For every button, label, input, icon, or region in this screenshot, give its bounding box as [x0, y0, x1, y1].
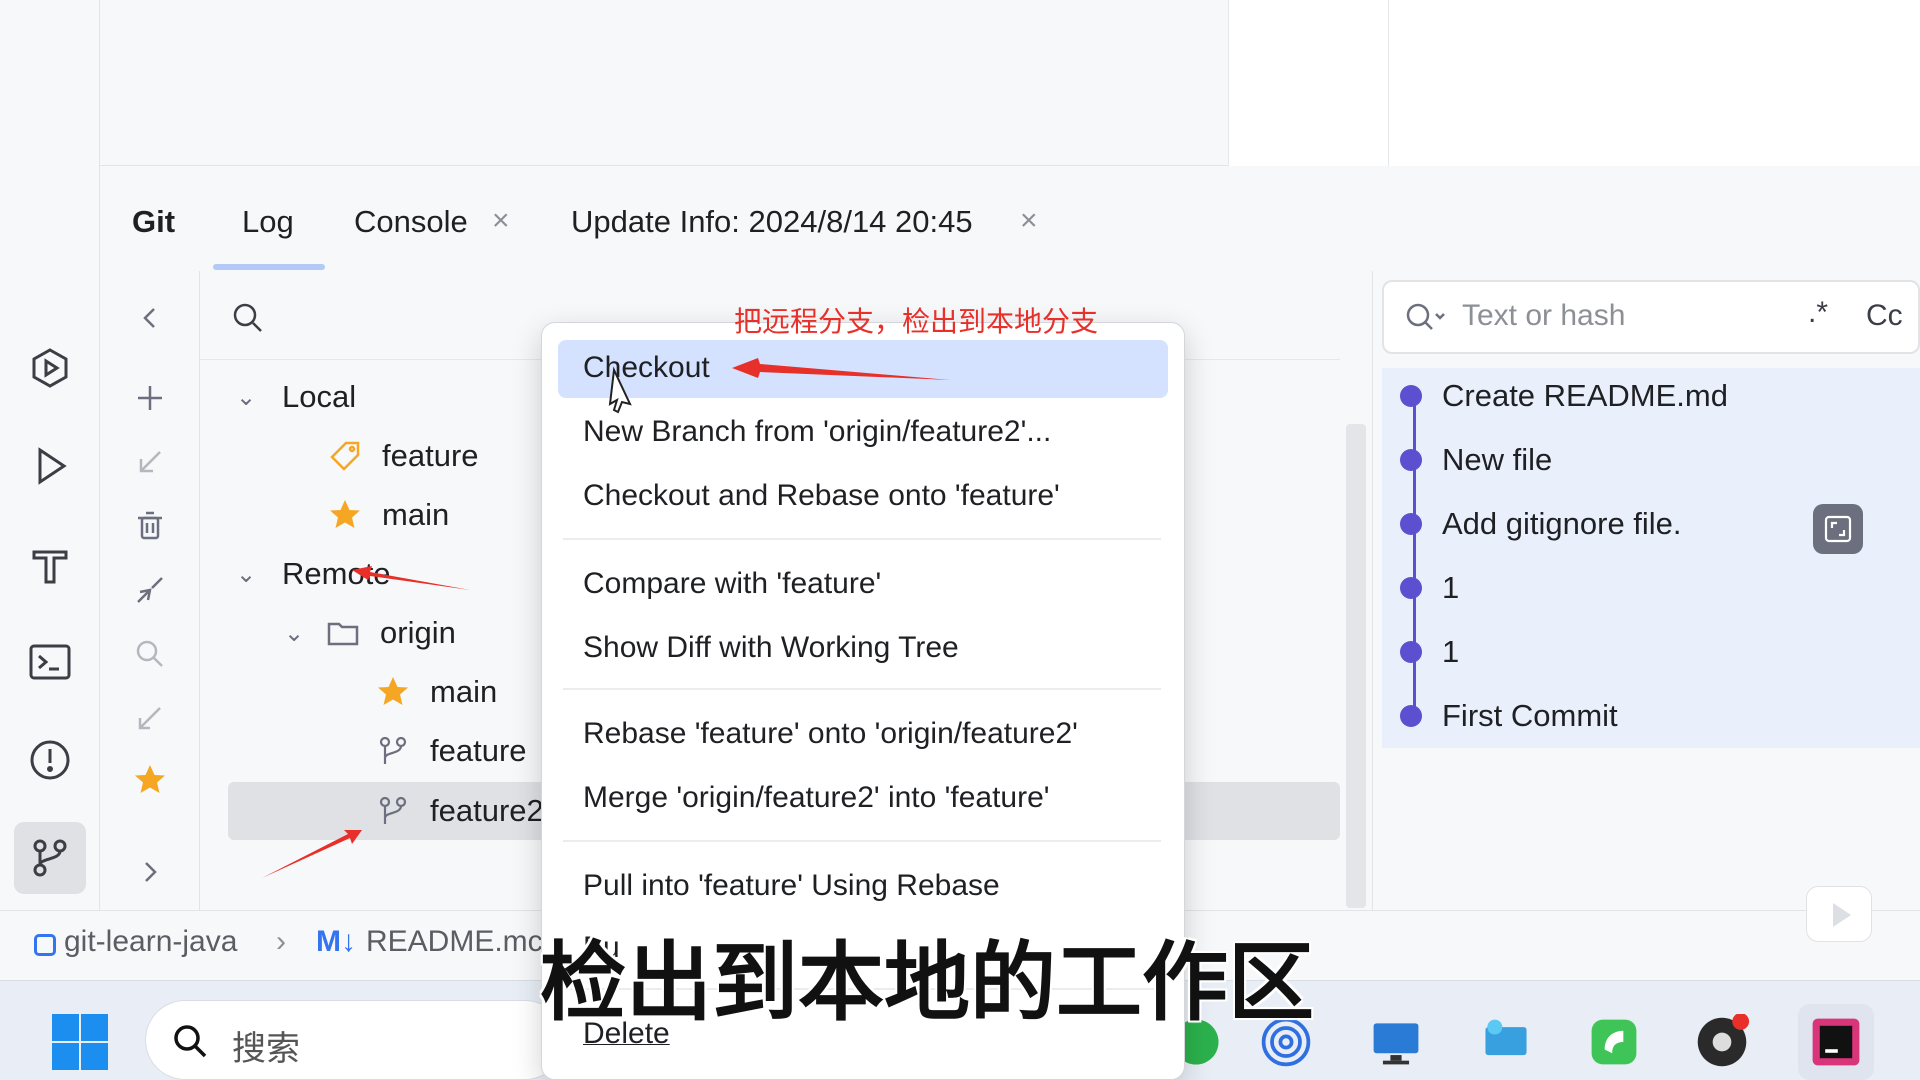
video-subtitle: 检出到本地的工作区 — [540, 933, 1314, 1033]
video-play-badge[interactable] — [1806, 886, 1872, 942]
